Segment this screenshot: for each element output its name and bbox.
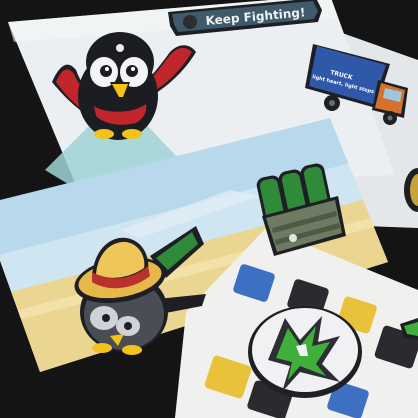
fist-icon [183, 15, 197, 29]
photo-scene: TRUCK light heart, light steps Keep Figh… [0, 0, 418, 418]
photo-illustration: TRUCK light heart, light steps Keep Figh… [0, 0, 418, 418]
penguin-eye [124, 322, 132, 330]
penguin-eye [100, 65, 112, 77]
penguin-eye [126, 65, 138, 77]
burst-badge-pin [248, 306, 362, 398]
penguin-eye [102, 314, 110, 322]
